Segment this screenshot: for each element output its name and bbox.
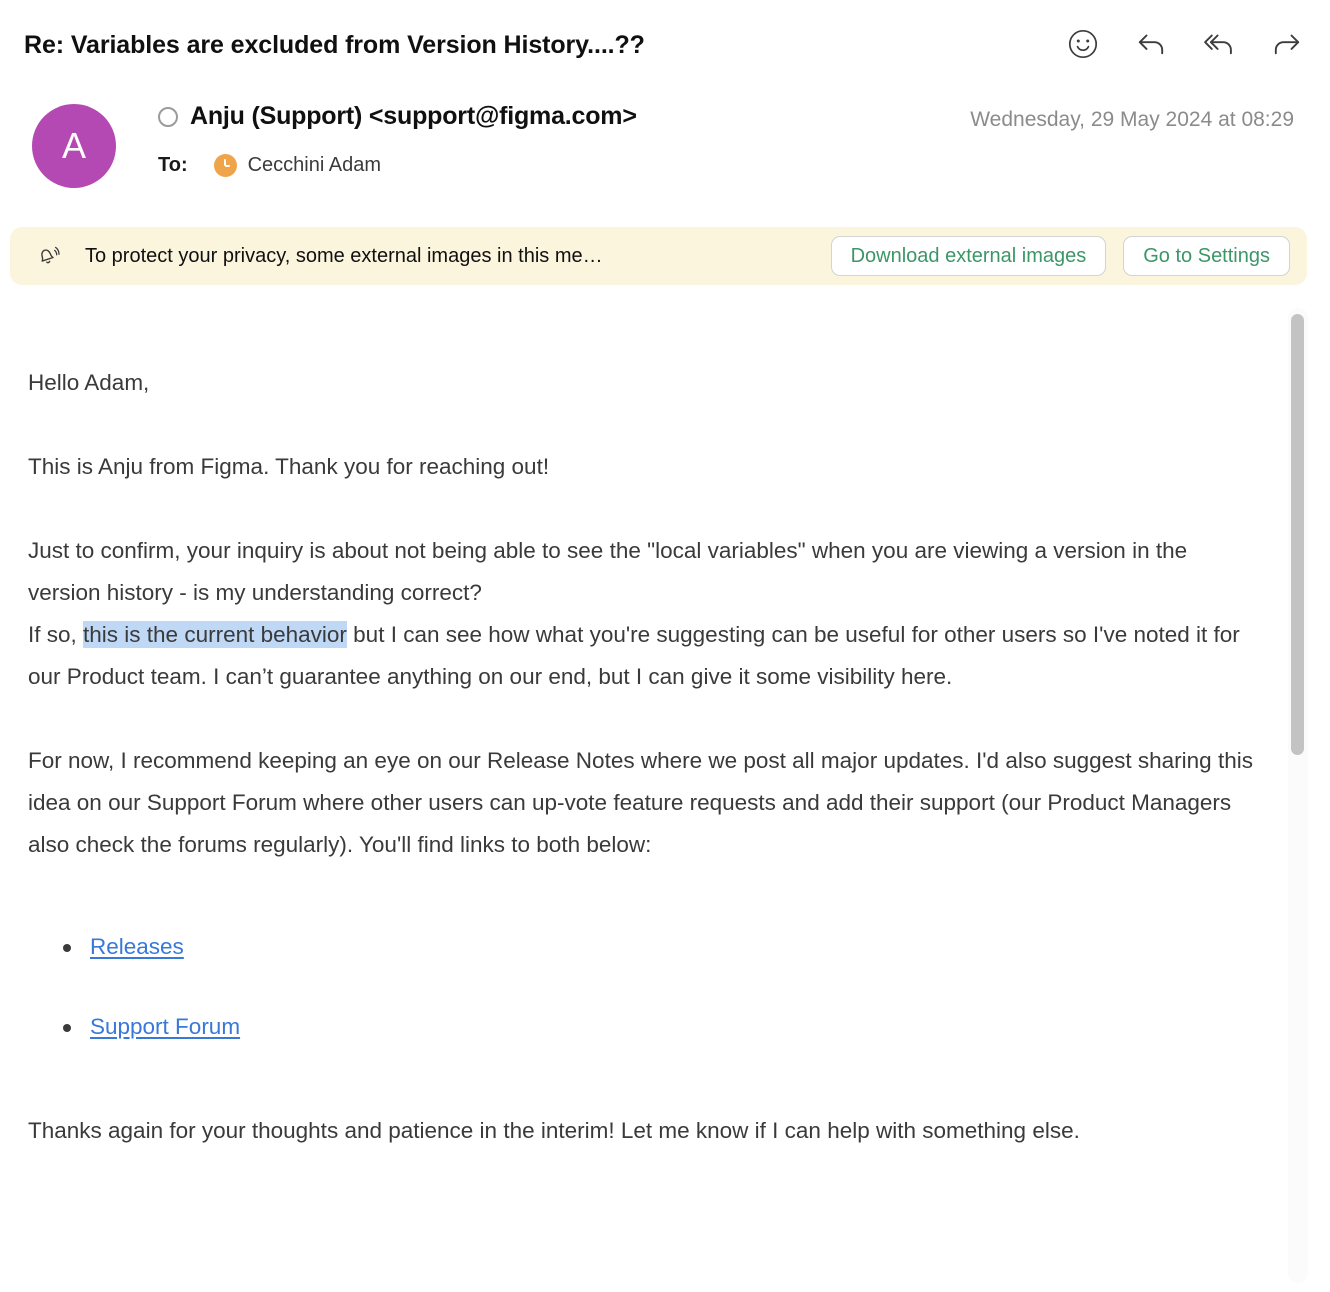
bell-notification-icon xyxy=(33,241,63,271)
body-paragraph-3: For now, I recommend keeping an eye on o… xyxy=(28,748,1253,857)
releases-link[interactable]: Releases xyxy=(90,934,184,959)
list-item: Releases xyxy=(63,926,1253,968)
highlighted-text: this is the current behavior xyxy=(83,621,347,648)
privacy-banner: To protect your privacy, some external i… xyxy=(10,227,1307,285)
message-timestamp: Wednesday, 29 May 2024 at 08:29 xyxy=(970,108,1294,131)
emoji-reaction-icon[interactable] xyxy=(1066,27,1100,61)
download-external-images-button[interactable]: Download external images xyxy=(830,236,1107,276)
recipient-line: To: Cecchini Adam xyxy=(158,154,381,177)
forward-icon[interactable] xyxy=(1270,27,1304,61)
body-paragraph-1: This is Anju from Figma. Thank you for r… xyxy=(28,454,550,479)
message-body-area: Hello Adam, This is Anju from Figma. Tha… xyxy=(0,300,1330,1292)
sender-line[interactable]: Anju (Support) <support@figma.com> xyxy=(158,102,637,131)
reply-icon[interactable] xyxy=(1134,27,1168,61)
body-paragraph-2: Just to confirm, your inquiry is about n… xyxy=(28,530,1253,698)
privacy-banner-text: To protect your privacy, some external i… xyxy=(85,244,603,267)
to-label: To: xyxy=(158,154,188,176)
unread-status-icon xyxy=(158,106,178,127)
scrollbar-thumb[interactable] xyxy=(1291,314,1304,755)
clock-icon xyxy=(213,154,237,177)
sender-block: A Anju (Support) <support@figma.com> To:… xyxy=(0,96,1330,206)
list-item: Support Forum xyxy=(63,1006,1253,1048)
page-title: Re: Variables are excluded from Version … xyxy=(24,30,645,59)
body-paragraph-2-line-1: Just to confirm, your inquiry is about n… xyxy=(28,538,1188,605)
body-paragraph-4: Thanks again for your thoughts and patie… xyxy=(28,1118,1080,1143)
link-list: Releases Support Forum xyxy=(28,926,1253,1048)
avatar: A xyxy=(32,104,116,188)
recipient-name[interactable]: Cecchini Adam xyxy=(248,154,381,177)
message-body: Hello Adam, This is Anju from Figma. Tha… xyxy=(28,362,1253,1152)
body-greeting: Hello Adam, xyxy=(28,370,150,395)
header-action-bar xyxy=(1066,27,1304,61)
go-to-settings-button[interactable]: Go to Settings xyxy=(1123,236,1290,276)
body-paragraph-2-prefix: If so, xyxy=(28,622,84,647)
sender-name: Anju (Support) <support@figma.com> xyxy=(190,102,637,130)
reply-all-icon[interactable] xyxy=(1202,27,1236,61)
email-message-window: Re: Variables are excluded from Version … xyxy=(0,0,1330,1292)
support-forum-link[interactable]: Support Forum xyxy=(90,1014,240,1039)
